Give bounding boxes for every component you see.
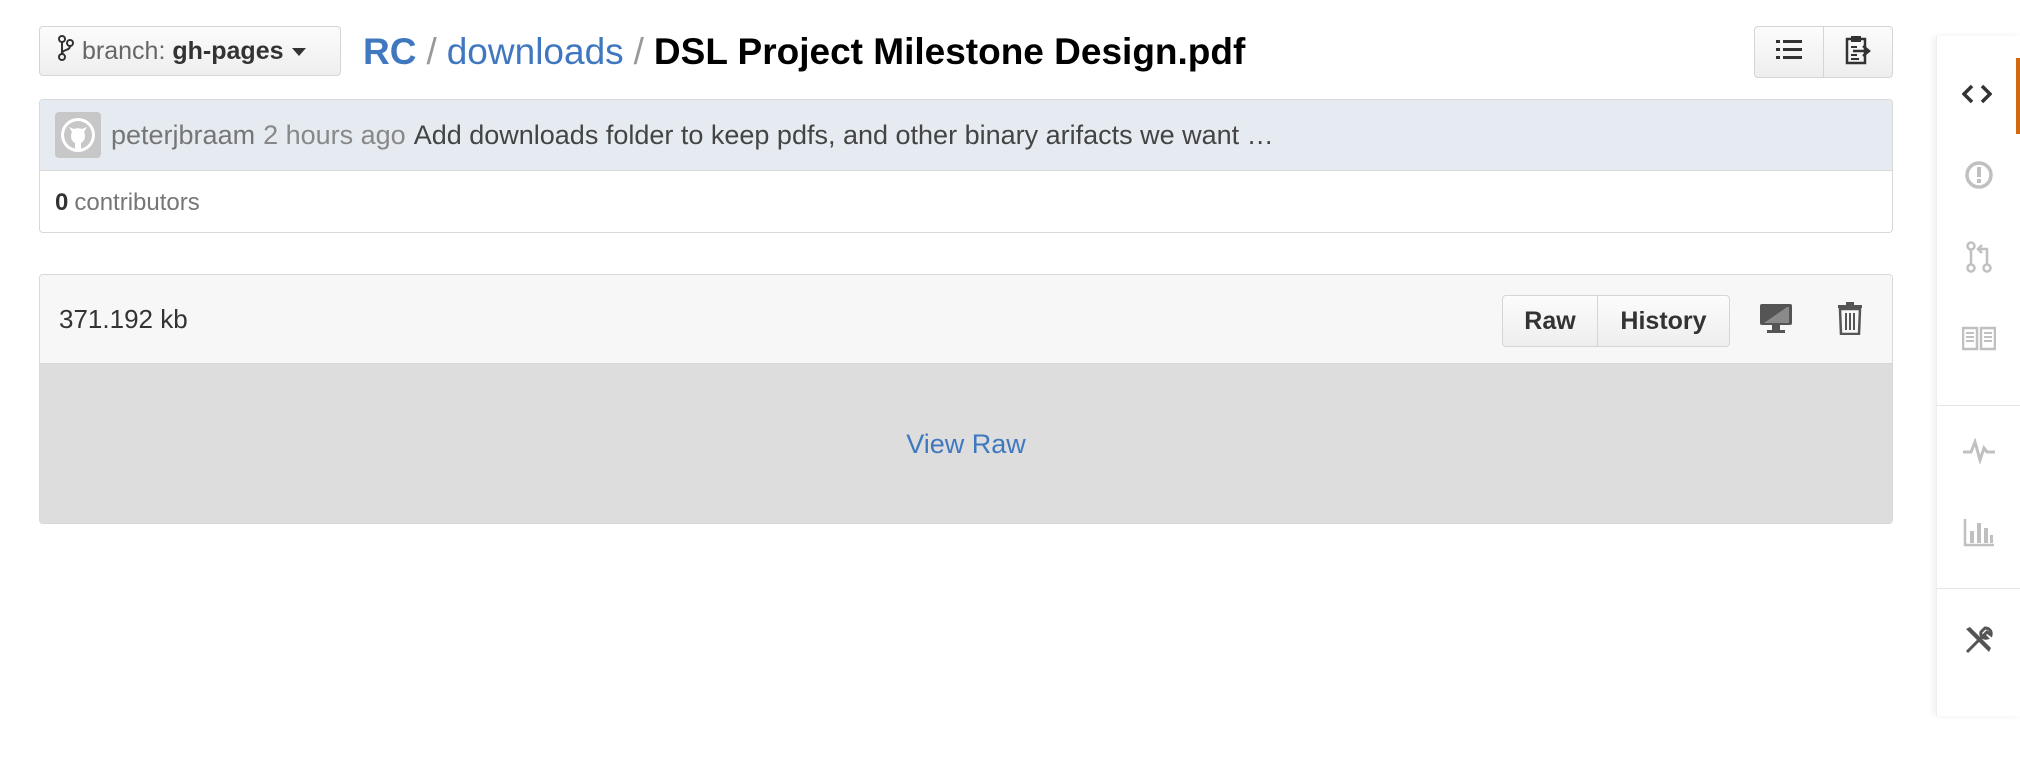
git-pull-request-icon [1966,240,1992,278]
clipboard-icon [1845,35,1871,70]
nav-divider [1937,405,2020,406]
book-icon [1961,325,1997,356]
graph-icon [1963,517,1995,552]
file-size: 371.192 kb [59,303,188,334]
commit-tease: peterjbraam 2 hours ago Add downloads fo… [39,99,1893,233]
nav-divider [1937,588,2020,589]
pulse-icon [1962,436,1996,469]
contributors-summary: 0 contributors [40,171,1892,232]
history-button[interactable]: History [1597,296,1729,346]
file-header: 371.192 kb Raw History [40,275,1892,364]
commit-message-link[interactable]: Add downloads folder to keep pdfs, and o… [414,120,1274,151]
nav-code[interactable] [1937,58,2020,134]
desktop-icon[interactable] [1759,301,1793,340]
contributors-count: 0 [55,188,69,216]
contributors-label: contributors [74,188,200,216]
commit-author-link[interactable]: peterjbraam [111,120,255,151]
breadcrumb-file-name: DSL Project Milestone Design.pdf [653,31,1246,72]
file-button-group: Raw History [1502,295,1730,347]
octocat-icon [61,118,95,152]
breadcrumb: RC / downloads / DSL Project Milestone D… [363,26,1245,78]
nav-graphs[interactable] [1937,496,2020,572]
file-navigation: branch: gh-pages RC / downloads / DSL Pr… [39,26,1893,78]
breadcrumb-separator: / [426,31,437,72]
code-icon [1961,83,1992,110]
list-icon [1776,39,1802,66]
file-body: View Raw [40,364,1892,523]
avatar[interactable] [55,112,101,158]
main-content: branch: gh-pages RC / downloads / DSL Pr… [39,0,1893,784]
trash-icon[interactable] [1837,301,1863,340]
tools-icon [1963,624,1995,661]
copy-path-button[interactable] [1823,27,1892,77]
nav-issues[interactable] [1937,139,2020,215]
repository-sidebar-nav [1936,36,2020,716]
nav-wiki[interactable] [1937,302,2020,378]
issue-opened-icon [1964,160,1994,195]
file-list-button[interactable] [1755,27,1823,77]
nav-pull-requests[interactable] [1937,221,2020,297]
view-raw-link[interactable]: View Raw [906,429,1026,460]
breadcrumb-separator: / [633,31,644,72]
caret-down-icon [291,48,306,56]
raw-button[interactable]: Raw [1503,296,1597,346]
nav-settings[interactable] [1937,604,2020,680]
breadcrumb-repo-link[interactable]: RC [363,31,416,73]
latest-commit-row: peterjbraam 2 hours ago Add downloads fo… [40,100,1892,171]
branch-select-button[interactable]: branch: gh-pages [39,26,341,76]
commit-time: 2 hours ago [263,119,406,150]
file-container: 371.192 kb Raw History View Raw [39,274,1893,524]
git-branch-icon [58,34,74,68]
branch-label: branch: [82,36,166,65]
breadcrumb-folder-link[interactable]: downloads [447,31,624,73]
branch-name: gh-pages [172,36,284,65]
nav-pulse[interactable] [1937,415,2020,491]
file-toolbar-group [1754,26,1893,78]
